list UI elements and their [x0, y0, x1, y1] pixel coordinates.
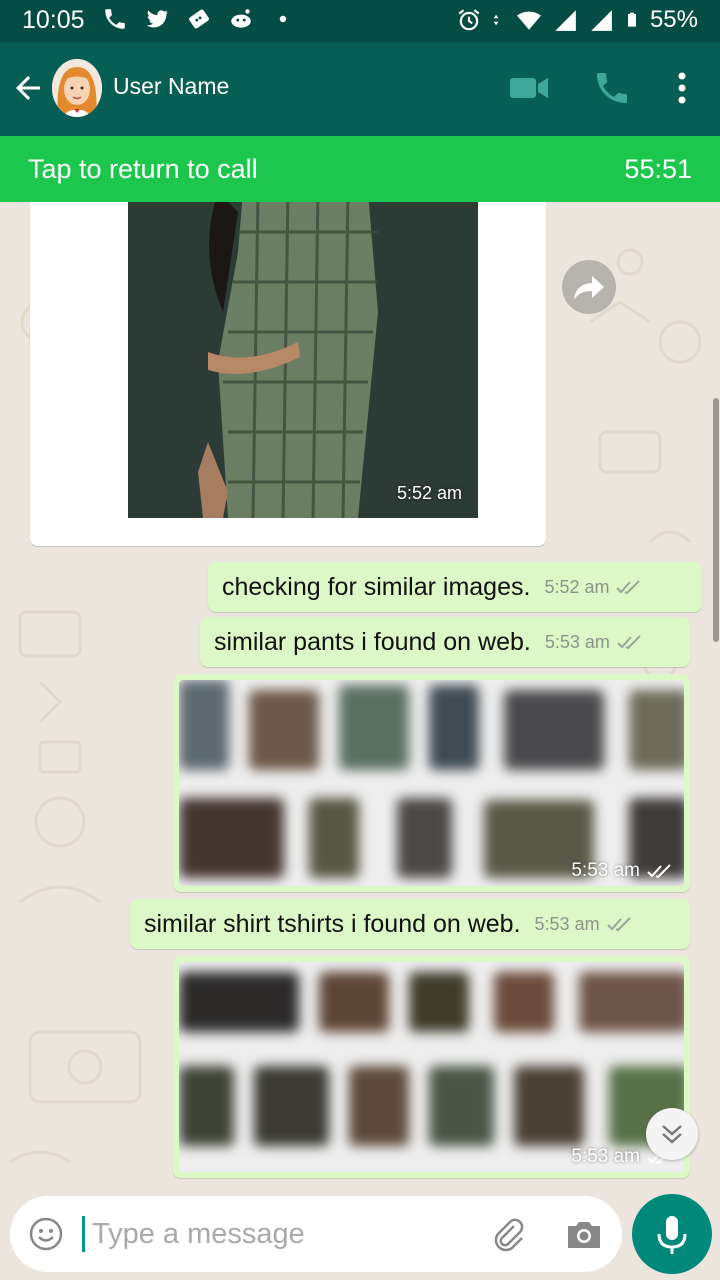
status-bar: 10:05 55%: [0, 0, 720, 42]
return-to-call-label: Tap to return to call: [28, 154, 258, 184]
message-input-container: [10, 1196, 622, 1272]
phone-call-icon[interactable]: [592, 68, 632, 108]
twitter-icon: [146, 10, 169, 28]
chat-area[interactable]: 5:52 am checking for similar images. 5:5…: [0, 202, 720, 1194]
missed-call-icon: [105, 9, 125, 29]
camera-icon[interactable]: [564, 1216, 604, 1252]
battery-icon: [627, 12, 636, 27]
avatar[interactable]: [52, 59, 102, 117]
voice-message-button[interactable]: [632, 1194, 712, 1274]
microphone-icon: [657, 1216, 687, 1254]
notification-icons: [102, 6, 296, 32]
message-time: 5:52 am: [396, 483, 462, 503]
message-meta: 5:53 am: [535, 914, 634, 935]
read-ticks-icon: [616, 580, 641, 595]
reddit-icon: [231, 9, 251, 28]
message-time: 5:53 am: [571, 1146, 640, 1167]
outgoing-image-message[interactable]: 5:53 am: [173, 674, 690, 892]
message-time: 5:53 am: [544, 631, 610, 652]
outgoing-text-message[interactable]: checking for similar images. 5:52 am: [208, 562, 702, 612]
signal-icon: [591, 10, 612, 31]
double-chevron-down-icon: [662, 1125, 682, 1144]
call-duration: 55:51: [624, 154, 692, 184]
message-meta: 5:53 am: [571, 860, 674, 882]
message-meta: 5:52 am: [544, 577, 643, 598]
forward-button[interactable]: [562, 260, 616, 314]
plaid-suit-image: [128, 202, 478, 518]
video-call-icon[interactable]: [508, 70, 550, 106]
message-text: checking for similar images.: [222, 572, 531, 601]
message-meta: 5:53 am: [545, 632, 644, 653]
message-input[interactable]: [92, 1212, 472, 1256]
forward-icon: [574, 276, 604, 300]
shirts-search-results-image[interactable]: [179, 962, 684, 1172]
scroll-to-bottom-button[interactable]: [646, 1108, 698, 1160]
battery-percentage: 55%: [649, 6, 698, 33]
paperclip-icon[interactable]: [490, 1216, 526, 1252]
back-arrow-icon[interactable]: [10, 70, 46, 106]
avatar-illustration: [52, 59, 102, 117]
outgoing-text-message[interactable]: similar shirt tshirts i found on web. 5:…: [130, 899, 690, 949]
alarm-icon: [458, 9, 480, 31]
text-cursor: [82, 1216, 85, 1252]
outgoing-image-message[interactable]: 5:53 am: [173, 956, 690, 1178]
chat-header: User Name: [0, 42, 720, 136]
data-arrows-icon: [493, 14, 499, 26]
status-time: 10:05: [22, 6, 85, 34]
message-time: 5:52 am: [544, 576, 610, 597]
more-notifications-dot-icon: [279, 15, 287, 23]
overflow-menu-icon[interactable]: [668, 68, 696, 108]
message-text: similar pants i found on web.: [214, 627, 531, 656]
message-time: 5:53 am: [571, 860, 640, 881]
message-time: 5:53 am: [534, 913, 600, 934]
composer: [0, 1194, 720, 1280]
wifi-icon: [517, 11, 541, 30]
read-ticks-icon: [617, 635, 641, 650]
system-icons: 55%: [456, 6, 698, 34]
return-to-call-banner[interactable]: Tap to return to call 55:51: [0, 136, 720, 202]
scrollbar[interactable]: [713, 398, 719, 642]
outfit-photo[interactable]: 5:52 am: [128, 202, 478, 518]
message-text: similar shirt tshirts i found on web.: [144, 909, 521, 938]
incoming-image-message[interactable]: 5:52 am: [30, 202, 546, 546]
contact-name[interactable]: User Name: [113, 73, 229, 100]
read-ticks-icon: [647, 864, 671, 879]
signal-roaming-icon: [555, 10, 576, 31]
ticket-icon: [189, 9, 209, 29]
pants-search-results-image[interactable]: [179, 680, 684, 886]
emoji-icon[interactable]: [28, 1216, 64, 1252]
read-ticks-icon: [606, 917, 631, 932]
outgoing-text-message[interactable]: similar pants i found on web. 5:53 am: [200, 617, 690, 667]
